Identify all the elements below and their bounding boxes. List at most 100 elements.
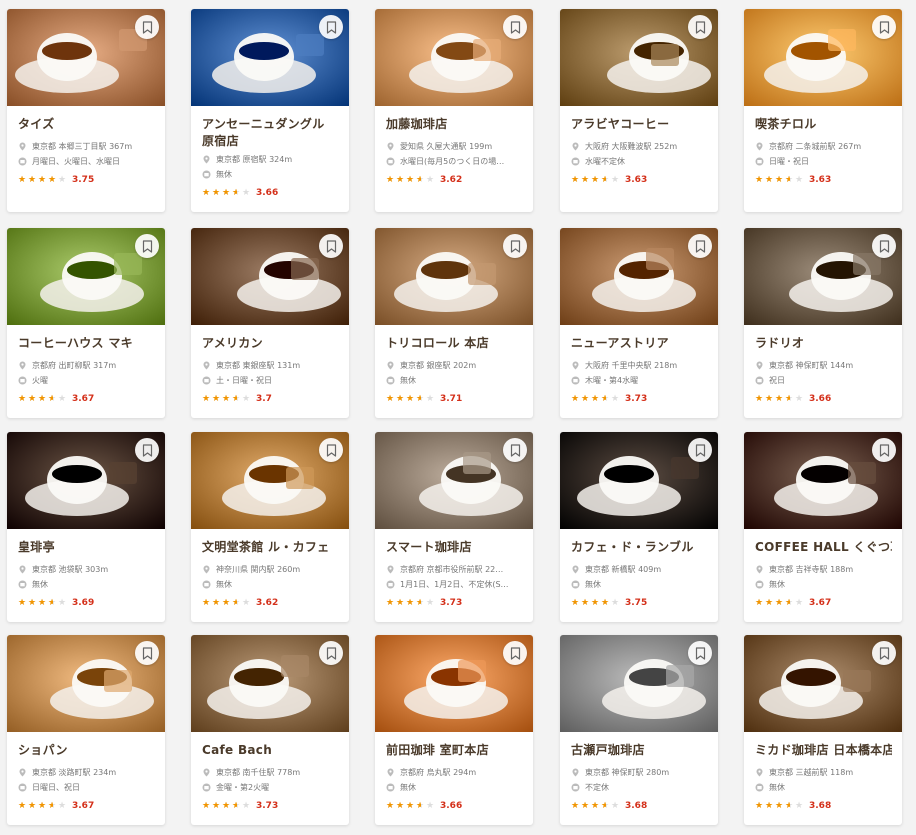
shop-name[interactable]: 喫茶チロル [755,116,892,133]
shop-name[interactable]: カフェ・ド・ランブル [571,539,708,556]
shop-name[interactable]: トリコロール 本店 [386,335,523,352]
shop-photo[interactable] [375,9,533,106]
shop-name[interactable]: スマート珈琲店 [386,539,523,556]
shop-name[interactable]: ショパン [18,742,155,759]
shop-photo[interactable] [560,228,718,325]
shop-card[interactable]: ラドリオ東京都 神保町駅 144m祝日★★★★★★★★★★3.66 [744,228,902,418]
shop-card[interactable]: カフェ・ド・ランブル東京都 新橋駅 409m無休★★★★★★★★★★3.75 [560,432,718,622]
rating-stars: ★★★★★★★★★★ [386,175,436,185]
location-text: 東京都 三越前駅 118m [769,768,854,777]
star-icon: ★★ [755,800,764,811]
star-icon: ★★ [212,393,221,404]
bookmark-button[interactable] [503,15,527,39]
bookmark-button[interactable] [319,438,343,462]
shop-photo[interactable] [7,635,165,732]
star-icon: ★★ [611,393,620,404]
shop-card[interactable]: アメリカン東京都 東銀座駅 131m土・日曜・祝日★★★★★★★★★★3.7 [191,228,349,418]
shop-card[interactable]: 古瀬戸珈琲店東京都 神保町駅 280m不定休★★★★★★★★★★3.68 [560,635,718,825]
shop-photo[interactable] [375,635,533,732]
shop-card[interactable]: 喫茶チロル京都府 二条城前駅 267m日曜・祝日★★★★★★★★★★3.63 [744,9,902,212]
shop-photo[interactable] [7,228,165,325]
bookmark-button[interactable] [872,438,896,462]
rating: ★★★★★★★★★★3.68 [755,797,892,815]
shop-card[interactable]: ニューアストリア大阪府 千里中央駅 218m木曜・第4水曜★★★★★★★★★★3… [560,228,718,418]
bookmark-button[interactable] [503,234,527,258]
shop-name[interactable]: コーヒーハウス マキ [18,335,155,352]
shop-name[interactable]: アラビヤコーヒー [571,116,708,133]
bookmark-button[interactable] [688,438,712,462]
bookmark-button[interactable] [503,641,527,665]
bookmark-button[interactable] [872,234,896,258]
holiday-row: 1月1日、1月2日、不定休(S… [386,577,523,592]
shop-photo[interactable] [744,432,902,529]
bookmark-button[interactable] [872,15,896,39]
bookmark-button[interactable] [135,438,159,462]
shop-name[interactable]: 加藤珈琲店 [386,116,523,133]
star-icon: ★★ [591,597,600,608]
shop-photo[interactable] [191,228,349,325]
bookmark-button[interactable] [688,15,712,39]
star-icon: ★★ [775,597,784,608]
holiday-text: 月曜日、火曜日、水曜日 [32,157,120,166]
shop-card[interactable]: トリコロール 本店東京都 銀座駅 202m無休★★★★★★★★★★3.71 [375,228,533,418]
bookmark-button[interactable] [135,234,159,258]
shop-photo[interactable] [560,635,718,732]
bookmark-icon [695,239,705,253]
bookmark-button[interactable] [319,15,343,39]
shop-photo[interactable] [560,432,718,529]
bookmark-button[interactable] [319,234,343,258]
shop-card[interactable]: 文明堂茶館 ル・カフェ神奈川県 関内駅 260m無休★★★★★★★★★★3.62 [191,432,349,622]
bookmark-button[interactable] [135,15,159,39]
shop-photo[interactable] [744,228,902,325]
bookmark-button[interactable] [135,641,159,665]
shop-photo[interactable] [744,9,902,106]
star-icon: ★★ [601,174,610,185]
shop-name[interactable]: タイズ [18,116,155,133]
shop-photo[interactable] [191,432,349,529]
shop-name[interactable]: 文明堂茶館 ル・カフェ [202,539,339,556]
bookmark-button[interactable] [503,438,527,462]
shop-name[interactable]: ミカド珈琲店 日本橋本店 [755,742,892,759]
shop-photo[interactable] [7,9,165,106]
shop-photo[interactable] [191,635,349,732]
bookmark-button[interactable] [688,234,712,258]
bookmark-button[interactable] [688,641,712,665]
shop-card[interactable]: Cafe Bach東京都 南千住駅 778m金曜・第2火曜★★★★★★★★★★3… [191,635,349,825]
shop-card[interactable]: スマート珈琲店 京都府 京都市役所前駅 22… 1月1日、1月2日、不定休(S… ★ ★… [375,432,533,622]
rating-stars: ★★★★★★★★★★ [18,175,68,185]
bookmark-button[interactable] [319,641,343,665]
shop-card[interactable]: アンセーニュダングル 原宿店東京都 原宿駅 324m無休★★★★★★★★★★3.… [191,9,349,212]
star-icon: ★★ [416,393,425,404]
shop-card[interactable]: 皇琲亭東京都 池袋駅 303m無休★★★★★★★★★★3.69 [7,432,165,622]
shop-name[interactable]: 皇琲亭 [18,539,155,556]
shop-photo[interactable] [560,9,718,106]
rating-stars: ★★★★★★★★★★ [202,800,252,811]
shop-name[interactable]: アメリカン [202,335,339,352]
shop-card[interactable]: COFFEE HALL くぐつ草 東京都 吉祥寺駅 188m 無休 ★ ★ ★ ★ ★ ★ ★ ★ ★… [744,432,902,622]
shop-card[interactable]: タイズ東京都 本郷三丁目駅 367m月曜日、火曜日、水曜日★★★★★★★★★★3… [7,9,165,212]
shop-card[interactable]: アラビヤコーヒー大阪府 大阪難波駅 252m水曜不定休★★★★★★★★★★3.6… [560,9,718,212]
shop-photo[interactable] [191,9,349,106]
shop-card[interactable]: 加藤珈琲店 愛知県 久屋大通駅 199m 水曜日(毎月5のつく日の場… ★ ★ ★ ★ ★ ★ ★… [375,9,533,212]
rating: ★★★★★★★★★★3.71 [386,390,523,408]
shop-card[interactable]: 前田珈琲 室町本店京都府 烏丸駅 294m無休★★★★★★★★★★3.66 [375,635,533,825]
shop-name[interactable]: ニューアストリア [571,335,708,352]
shop-info: 皇琲亭東京都 池袋駅 303m無休★★★★★★★★★★3.69 [7,529,165,612]
shop-name[interactable]: Cafe Bach [202,742,339,759]
star-icon: ★★ [242,597,251,608]
shop-name[interactable]: 古瀬戸珈琲店 [571,742,708,759]
shop-photo[interactable] [375,432,533,529]
bookmark-button[interactable] [872,641,896,665]
shop-name[interactable]: 前田珈琲 室町本店 [386,742,523,759]
shop-name[interactable]: ラドリオ [755,335,892,352]
shop-card[interactable]: ショパン東京都 淡路町駅 234m日曜日、祝日★★★★★★★★★★3.67 [7,635,165,825]
rating: ★★★★★★★★★★3.67 [18,797,155,815]
shop-name[interactable]: COFFEE HALL くぐつ草 [755,539,892,556]
shop-photo[interactable] [744,635,902,732]
star-icon: ★★ [242,800,251,811]
shop-card[interactable]: コーヒーハウス マキ京都府 出町柳駅 317m火曜★★★★★★★★★★3.67 [7,228,165,418]
shop-name[interactable]: アンセーニュダングル 原宿店 [202,116,339,150]
shop-card[interactable]: ミカド珈琲店 日本橋本店東京都 三越前駅 118m無休★★★★★★★★★★3.6… [744,635,902,825]
shop-photo[interactable] [375,228,533,325]
shop-photo[interactable] [7,432,165,529]
